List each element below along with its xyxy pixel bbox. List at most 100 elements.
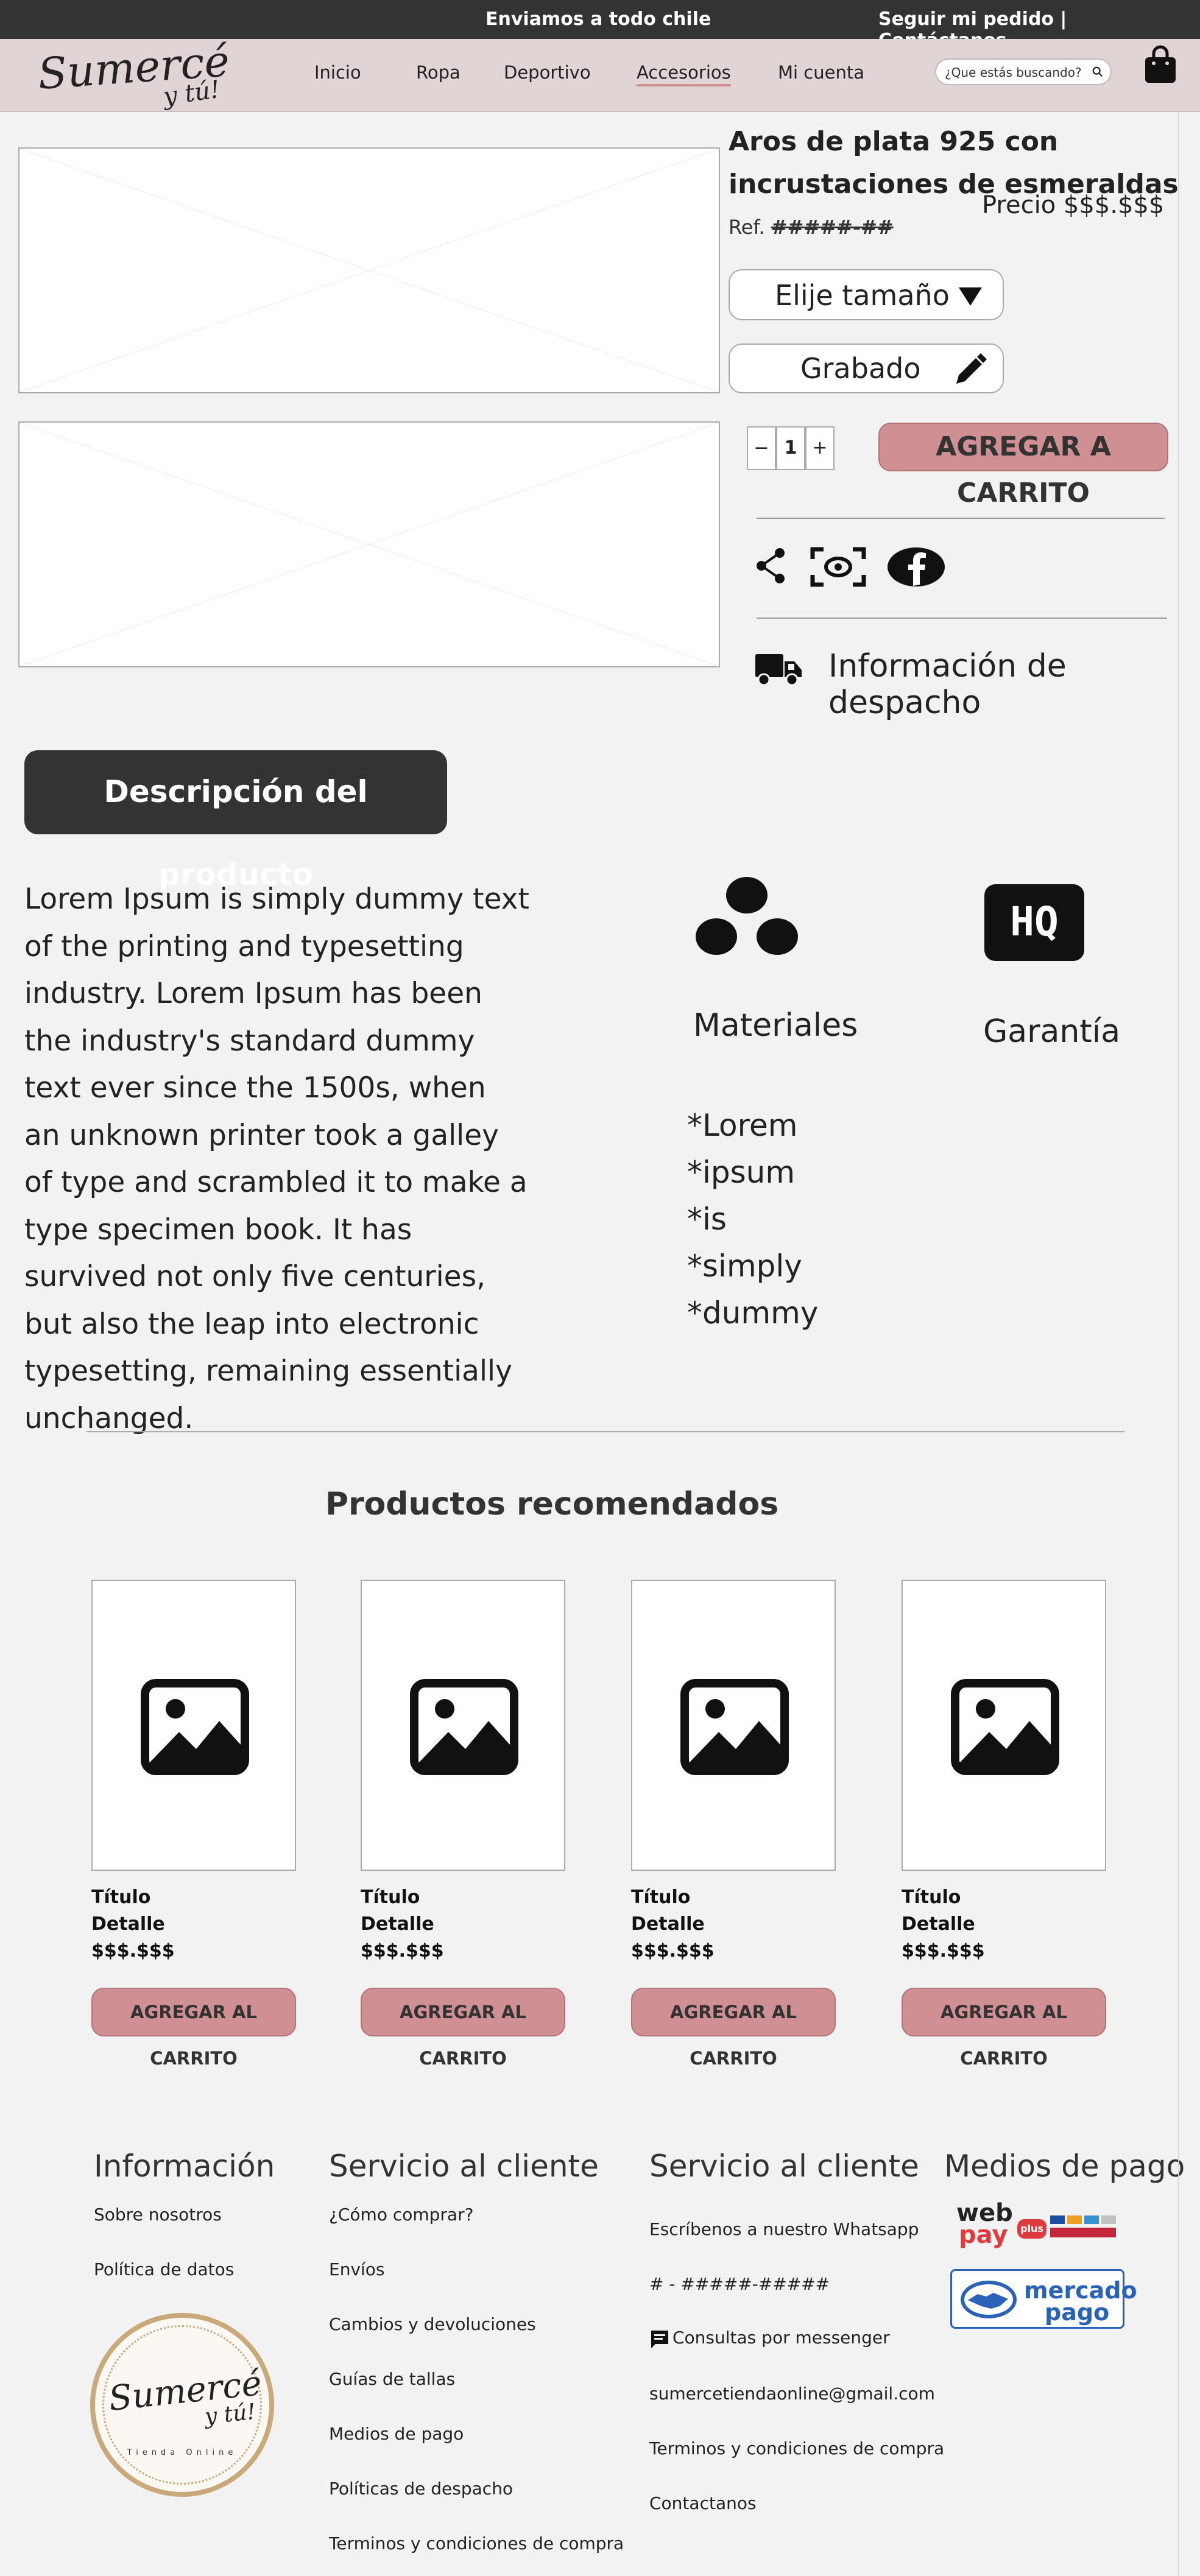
mercadopago-logo: mercado pago xyxy=(950,2269,1137,2329)
engraving-label: Grabado xyxy=(800,352,921,385)
footer-link[interactable]: Políticas de despacho xyxy=(329,2479,513,2499)
nav-inicio[interactable]: Inicio xyxy=(314,62,361,83)
footer-whatsapp-link[interactable]: Escríbenos a nuestro Whatsapp xyxy=(649,2219,919,2239)
nav-accesorios[interactable]: Accesorios xyxy=(637,62,731,86)
badge-ring-text: Tienda Online xyxy=(127,2448,238,2457)
truck-icon xyxy=(755,654,802,686)
product-card-image[interactable] xyxy=(902,1580,1106,1871)
search-icon[interactable] xyxy=(1092,66,1103,77)
image-icon xyxy=(951,1679,1059,1775)
add-to-cart-button[interactable]: AGREGAR AL CARRITO xyxy=(631,1988,836,2069)
materials-label: Materiales xyxy=(693,1007,858,1044)
size-select-label: Elije tamaño xyxy=(775,279,950,312)
footer-link[interactable]: Envíos xyxy=(329,2259,385,2279)
badge-logo-sub: y tú! xyxy=(203,2399,257,2430)
product-card-image[interactable] xyxy=(361,1580,565,1871)
product-card-price: $$$.$$$ xyxy=(902,1940,985,1962)
add-to-cart-button[interactable]: AGREGAR AL CARRITO xyxy=(361,1988,565,2069)
footer-service-heading: Servicio al cliente xyxy=(649,2148,919,2184)
add-to-cart-button[interactable]: AGREGAR AL CARRITO xyxy=(902,1988,1106,2069)
footer-link[interactable]: Sobre nosotros xyxy=(94,2205,222,2225)
footer-link[interactable]: Medios de pago xyxy=(329,2424,464,2444)
image-icon xyxy=(410,1679,518,1775)
product-card-title[interactable]: Título xyxy=(631,1887,690,1908)
product-card-image[interactable] xyxy=(631,1580,836,1871)
footer-link[interactable]: Contactanos xyxy=(649,2493,757,2513)
footer-phone[interactable]: # - #####-##### xyxy=(649,2274,830,2294)
page-edge xyxy=(1178,112,1179,2576)
scan-icon[interactable] xyxy=(810,547,866,587)
footer-link[interactable]: ¿Cómo comprar? xyxy=(329,2205,473,2225)
materials-list: *Lorem *ipsum *is *simply *dummy xyxy=(687,1102,818,1337)
footer-link[interactable]: Política de datos xyxy=(94,2259,234,2279)
materials-list-item: *dummy xyxy=(687,1295,819,1331)
tab-description[interactable]: Descripción del producto xyxy=(24,750,447,892)
footer-link[interactable]: Guías de tallas xyxy=(329,2369,455,2389)
nav-mi-cuenta[interactable]: Mi cuenta xyxy=(778,62,864,83)
product-price: Precio $$$.$$$ xyxy=(982,191,1165,219)
product-card-detail: Detalle xyxy=(361,1913,434,1935)
footer-link[interactable]: Terminos y condiciones de compra xyxy=(649,2438,944,2458)
image-icon xyxy=(680,1679,789,1775)
description-text: Lorem Ipsum is simply dummy text of the … xyxy=(24,882,529,1435)
materials-list-item: *is xyxy=(687,1202,727,1237)
product-card-detail: Detalle xyxy=(631,1913,705,1935)
hq-warranty-icon: HQ xyxy=(984,884,1084,961)
qty-plus-button[interactable]: + xyxy=(805,426,835,470)
product-card-detail: Detalle xyxy=(902,1913,975,1935)
product-ref: Ref. #####-## xyxy=(729,216,894,239)
footer-service-heading: Servicio al cliente xyxy=(329,2148,599,2184)
product-card-image[interactable] xyxy=(91,1580,296,1871)
product-image-secondary[interactable] xyxy=(18,421,720,667)
product-card-price: $$$.$$$ xyxy=(361,1940,444,1962)
image-placeholder-icon xyxy=(19,149,719,392)
materials-list-item: *ipsum xyxy=(687,1155,796,1190)
divider xyxy=(757,518,1165,519)
image-placeholder-icon xyxy=(19,423,719,666)
product-image-main[interactable] xyxy=(18,147,720,393)
product-card-title[interactable]: Título xyxy=(361,1887,420,1908)
divider xyxy=(86,1431,1124,1432)
materials-icon xyxy=(696,877,798,955)
recommended-heading: Productos recomendados xyxy=(325,1486,779,1522)
divider xyxy=(757,618,1167,619)
product-card-title[interactable]: Título xyxy=(91,1887,150,1908)
dropdown-arrow-icon xyxy=(959,287,982,306)
warranty-label: Garantía xyxy=(983,1013,1121,1050)
materials-list-item: *simply xyxy=(687,1248,802,1284)
footer-payment-heading: Medios de pago xyxy=(944,2148,1185,2184)
product-card-title[interactable]: Título xyxy=(902,1887,961,1908)
pencil-icon[interactable] xyxy=(953,353,987,387)
engraving-field[interactable]: Grabado xyxy=(729,343,1004,393)
facebook-icon[interactable] xyxy=(887,547,945,587)
qty-value[interactable]: 1 xyxy=(776,426,805,470)
handshake-icon xyxy=(961,2281,1017,2318)
size-select[interactable]: Elije tamaño xyxy=(729,269,1004,320)
nav-deportivo[interactable]: Deportivo xyxy=(504,62,591,83)
shopping-bag-icon[interactable] xyxy=(1142,45,1179,85)
mercadopago-text-2: pago xyxy=(1045,2299,1110,2326)
footer-link[interactable]: Terminos y condiciones de compra xyxy=(329,2533,624,2553)
chat-icon xyxy=(651,2331,668,2348)
top-bar: Enviamos a todo chile Seguir mi pedido |… xyxy=(0,0,1200,51)
nav-ropa[interactable]: Ropa xyxy=(416,62,461,83)
webpay-logo: web pay plus xyxy=(956,2201,1127,2251)
qty-minus-button[interactable]: − xyxy=(747,426,776,470)
image-icon xyxy=(141,1679,249,1775)
site-header: Sumercé y tú! Inicio Ropa Deportivo Acce… xyxy=(0,36,1200,112)
webpay-text-2: pay xyxy=(959,2221,1008,2249)
add-to-cart-button[interactable]: AGREGAR A CARRITO xyxy=(878,423,1168,509)
footer-email-link[interactable]: sumercetiendaonline@gmail.com xyxy=(649,2384,935,2404)
add-to-cart-button[interactable]: AGREGAR AL CARRITO xyxy=(91,1988,296,2069)
footer-link[interactable]: Cambios y devoluciones xyxy=(329,2314,536,2334)
hq-text: HQ xyxy=(1010,898,1058,945)
shipping-info-link[interactable]: Información de despacho xyxy=(828,648,1200,721)
webpay-plus-badge: plus xyxy=(1017,2219,1046,2239)
shipping-notice: Enviamos a todo chile xyxy=(485,9,711,30)
share-icon[interactable] xyxy=(754,547,788,585)
product-card-price: $$$.$$$ xyxy=(631,1940,715,1962)
search-placeholder: ¿Que estás buscando? xyxy=(945,65,1082,80)
product-card-detail: Detalle xyxy=(91,1913,165,1935)
ref-value: #####-## xyxy=(771,216,894,239)
search-input[interactable]: ¿Que estás buscando? xyxy=(935,58,1112,85)
